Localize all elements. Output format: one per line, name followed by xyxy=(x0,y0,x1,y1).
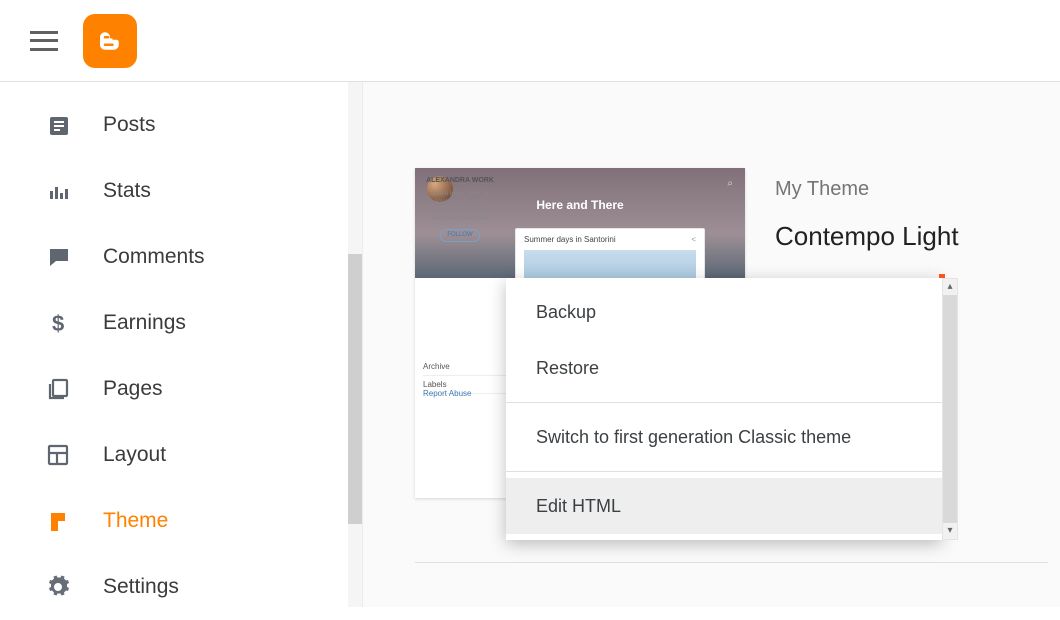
preview-author-name: ALEXANDRA WORK xyxy=(425,176,495,186)
menu-scrollbar[interactable]: ▴ ▾ xyxy=(942,278,958,540)
menu-scrollbar-thumb[interactable] xyxy=(943,295,957,523)
share-icon: < xyxy=(691,235,696,244)
settings-icon xyxy=(45,574,71,600)
blogger-logo[interactable] xyxy=(83,14,137,68)
preview-follow-button: FOLLOW xyxy=(440,229,479,241)
menu-item-label: Backup xyxy=(536,302,596,323)
menu-item-label: Edit HTML xyxy=(536,496,621,517)
preview-labels-label: Labels xyxy=(423,380,447,389)
preview-archive-label: Archive xyxy=(423,362,450,371)
preview-report-link: Report Abuse xyxy=(423,389,471,398)
posts-icon xyxy=(45,112,71,138)
menu-item-switch-classic[interactable]: Switch to first generation Classic theme xyxy=(506,409,942,465)
pages-icon xyxy=(45,376,71,402)
sidebar-item-label: Theme xyxy=(103,509,168,533)
sidebar-item-layout[interactable]: Layout xyxy=(0,422,362,488)
scroll-down-arrow-icon[interactable]: ▾ xyxy=(947,523,952,539)
theme-options-menu: Backup Restore Switch to first generatio… xyxy=(506,278,942,540)
sidebar-item-label: Layout xyxy=(103,443,166,467)
sidebar-item-earnings[interactable]: $ Earnings xyxy=(0,290,362,356)
sidebar-item-theme[interactable]: Theme xyxy=(0,488,362,554)
theme-name: Contempo Light xyxy=(775,221,959,252)
sidebar-item-label: Stats xyxy=(103,179,151,203)
menu-item-label: Restore xyxy=(536,358,599,379)
svg-text:$: $ xyxy=(52,311,64,335)
sidebar-item-pages[interactable]: Pages xyxy=(0,356,362,422)
preview-post-card: Summer days in Santorini < xyxy=(515,228,705,285)
sidebar: Posts Stats Comments $ Earnings Pages xyxy=(0,82,362,607)
sidebar-item-posts[interactable]: Posts xyxy=(0,92,362,158)
content-divider xyxy=(415,562,1048,563)
preview-post-title-text: Summer days in Santorini xyxy=(524,235,616,244)
preview-sidebar: ALEXANDRA WORK Lorem ipsum dolor sit ame… xyxy=(425,176,495,242)
earnings-icon: $ xyxy=(45,310,71,336)
sidebar-item-settings[interactable]: Settings xyxy=(0,554,362,620)
sidebar-item-label: Posts xyxy=(103,113,156,137)
sidebar-scrollbar-thumb[interactable] xyxy=(348,254,362,524)
sidebar-item-label: Comments xyxy=(103,245,205,269)
blogger-icon xyxy=(95,26,125,56)
search-icon: ⌕ xyxy=(727,178,733,189)
menu-item-label: Switch to first generation Classic theme xyxy=(536,427,851,448)
sidebar-item-stats[interactable]: Stats xyxy=(0,158,362,224)
sidebar-item-label: Settings xyxy=(103,575,179,599)
menu-toggle-button[interactable] xyxy=(30,31,58,51)
comments-icon xyxy=(45,244,71,270)
menu-item-restore[interactable]: Restore xyxy=(506,340,942,396)
sidebar-item-label: Earnings xyxy=(103,311,186,335)
layout-icon xyxy=(45,442,71,468)
stats-icon xyxy=(45,178,71,204)
sidebar-item-label: Pages xyxy=(103,377,163,401)
top-bar xyxy=(0,0,1060,82)
content-area: ⌕ Here and There Summer days in Santorin… xyxy=(362,82,1060,607)
theme-labels: My Theme Contempo Light xyxy=(775,178,959,252)
sidebar-item-comments[interactable]: Comments xyxy=(0,224,362,290)
menu-item-edit-html[interactable]: Edit HTML xyxy=(506,478,942,534)
scroll-up-arrow-icon[interactable]: ▴ xyxy=(947,279,952,295)
theme-icon xyxy=(45,508,71,534)
theme-section-label: My Theme xyxy=(775,178,959,201)
menu-item-backup[interactable]: Backup xyxy=(506,284,942,340)
